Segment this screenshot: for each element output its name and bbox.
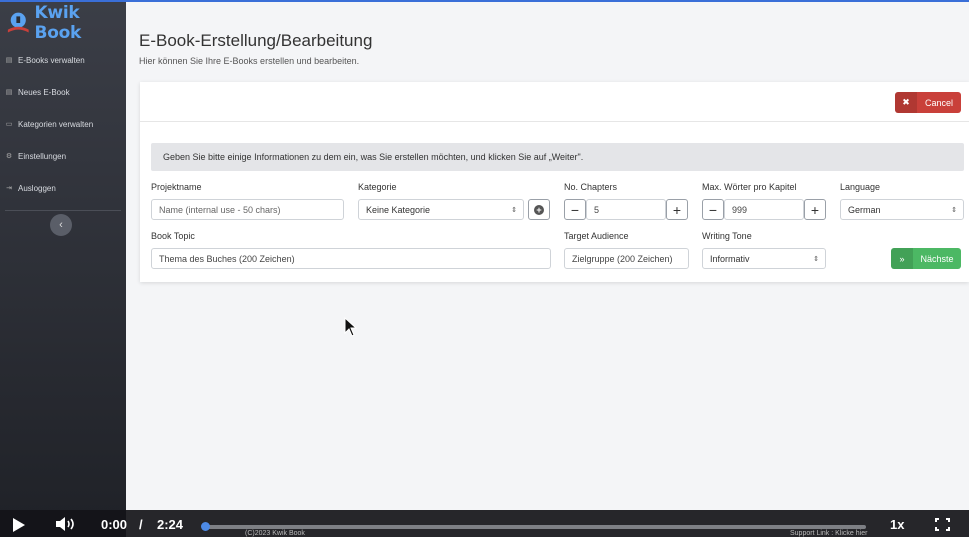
book-logo-icon: [7, 12, 29, 33]
writing-tone-select[interactable]: Informativ ⇕: [702, 248, 826, 269]
minus-icon: −: [570, 201, 580, 218]
sidebar-item-label: Kategorien verwalten: [18, 119, 94, 129]
chevron-left-icon: ‹: [59, 219, 63, 231]
sidebar-item-ebooks-verwalten[interactable]: ▤ E-Books verwalten: [0, 44, 126, 76]
page-title: E-Book-Erstellung/Bearbeitung: [139, 31, 373, 50]
playback-speed[interactable]: 1x: [890, 517, 904, 532]
sidebar-item-label: E-Books verwalten: [18, 55, 85, 65]
max-words-decrement-button[interactable]: −: [702, 199, 724, 220]
book-topic-label: Book Topic: [151, 231, 195, 241]
kategorie-value: Keine Kategorie: [366, 204, 431, 215]
current-time: 0:00: [101, 517, 128, 532]
page-subtitle: Hier können Sie Ihre E-Books erstellen u…: [139, 56, 360, 66]
max-words-label: Max. Wörter pro Kapitel: [702, 182, 797, 192]
chapters-label: No. Chapters: [564, 182, 618, 192]
footer-copyright: (C)2023 Kwik Book: [245, 530, 305, 537]
brand-name: Kwik Book: [34, 3, 82, 43]
select-caret-icon: ⇕: [813, 255, 819, 263]
gear-icon: ⚙: [5, 153, 13, 160]
chapters-decrement-button[interactable]: −: [564, 199, 586, 220]
sidebar-divider: [5, 210, 121, 211]
duration: 2:24: [157, 517, 184, 532]
logout-icon: ⇥: [6, 185, 12, 192]
writing-tone-value: Informativ: [710, 253, 750, 264]
progress-knob[interactable]: [201, 522, 210, 531]
language-label: Language: [840, 182, 881, 192]
chapters-input[interactable]: 5: [586, 199, 666, 220]
time-separator: /: [139, 517, 143, 532]
select-caret-icon: ⇕: [511, 206, 517, 214]
next-button[interactable]: » Nächste: [891, 248, 961, 269]
close-icon: ✖: [895, 92, 917, 113]
sidebar-item-einstellungen[interactable]: ⚙ Einstellungen: [0, 140, 126, 172]
add-category-button[interactable]: +: [528, 199, 550, 220]
double-chevron-right-icon: »: [891, 248, 913, 269]
progress-track[interactable]: [204, 525, 866, 529]
info-message: Geben Sie bitte einige Informationen zu …: [151, 143, 964, 171]
sidebar-item-neues-ebook[interactable]: ▤ Neues E-Book: [0, 76, 126, 108]
ebook-form-card: ✖ Cancel Geben Sie bitte einige Informat…: [140, 82, 969, 282]
folder-icon: ▭: [5, 121, 13, 128]
kategorie-select[interactable]: Keine Kategorie ⇕: [358, 199, 524, 220]
language-value: German: [848, 204, 881, 215]
cancel-button[interactable]: ✖ Cancel: [895, 92, 961, 113]
plus-icon: +: [810, 201, 820, 218]
brand[interactable]: Kwik Book: [0, 2, 126, 44]
fullscreen-icon[interactable]: [935, 518, 950, 531]
projektname-input[interactable]: Name (internal use - 50 chars): [151, 199, 344, 220]
select-caret-icon: ⇕: [951, 206, 957, 214]
next-label: Nächste: [920, 253, 954, 264]
card-header: ✖ Cancel: [140, 82, 969, 122]
language-select[interactable]: German ⇕: [840, 199, 964, 220]
sidebar-item-ausloggen[interactable]: ⇥ Ausloggen: [0, 172, 126, 204]
video-control-bar: (C)2023 Kwik Book Support Link : Klicke …: [0, 510, 969, 537]
writing-tone-label: Writing Tone: [702, 231, 752, 241]
target-audience-input[interactable]: Zielgruppe (200 Zeichen): [564, 248, 689, 269]
document-icon: ▤: [5, 89, 13, 96]
sidebar-item-kategorien-verwalten[interactable]: ▭ Kategorien verwalten: [0, 108, 126, 140]
sidebar-item-label: Ausloggen: [18, 183, 56, 193]
plus-icon: +: [672, 201, 682, 218]
volume-icon[interactable]: [55, 516, 77, 532]
minus-icon: −: [708, 201, 718, 218]
book-topic-input[interactable]: Thema des Buches (200 Zeichen): [151, 248, 551, 269]
footer-support-link[interactable]: Support Link : Klicke hier: [790, 530, 867, 537]
target-audience-label: Target Audience: [564, 231, 629, 241]
max-words-input[interactable]: 999: [724, 199, 804, 220]
mouse-cursor-icon: [344, 317, 358, 337]
sidebar-item-label: Neues E-Book: [18, 87, 70, 97]
file-icon: ▤: [5, 57, 13, 64]
plus-circle-icon: +: [534, 204, 544, 215]
cancel-label: Cancel: [924, 97, 953, 108]
chapters-increment-button[interactable]: +: [666, 199, 688, 220]
main-content: E-Book-Erstellung/Bearbeitung Hier könne…: [126, 2, 969, 510]
projektname-label: Projektname: [151, 182, 202, 192]
sidebar-collapse-button[interactable]: ‹: [50, 214, 72, 236]
sidebar-item-label: Einstellungen: [18, 151, 67, 161]
play-icon[interactable]: [13, 518, 25, 532]
max-words-increment-button[interactable]: +: [804, 199, 826, 220]
kategorie-label: Kategorie: [358, 182, 397, 192]
sidebar: Kwik Book ▤ E-Books verwalten ▤ Neues E-…: [0, 2, 126, 537]
